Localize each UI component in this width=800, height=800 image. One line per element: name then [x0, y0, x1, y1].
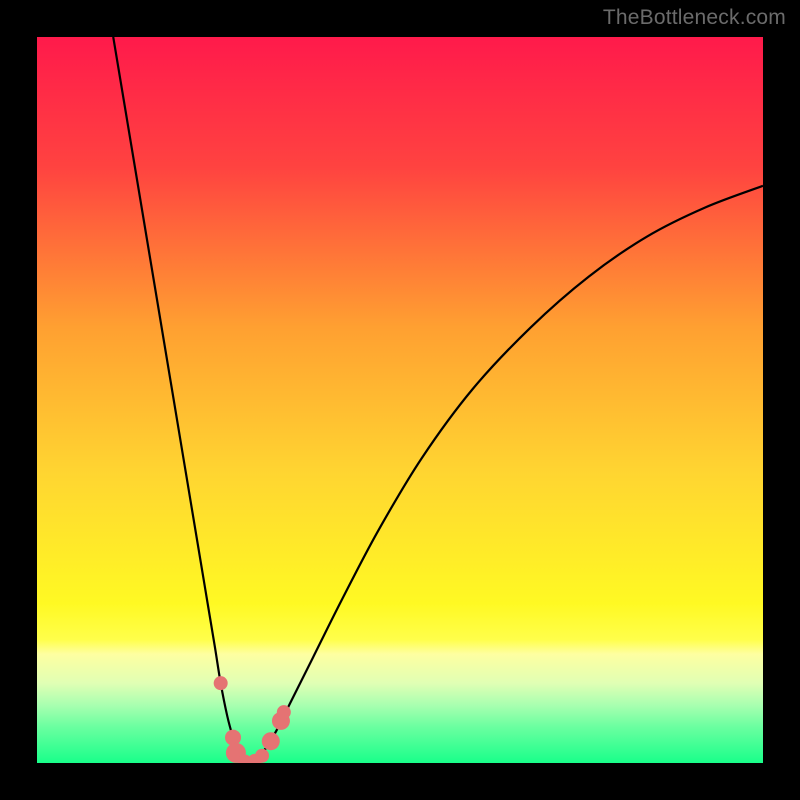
- marker-dot: [255, 749, 269, 763]
- curve-right: [246, 186, 763, 763]
- marker-dot: [277, 705, 291, 719]
- curve-layer: [37, 37, 763, 763]
- marker-dot: [225, 730, 241, 746]
- critical-points: [214, 676, 291, 763]
- chart-frame: TheBottleneck.com: [0, 0, 800, 800]
- watermark-text: TheBottleneck.com: [603, 6, 786, 30]
- marker-dot: [214, 676, 228, 690]
- plot-area: [37, 37, 763, 763]
- curve-left: [113, 37, 246, 763]
- marker-dot: [262, 732, 280, 750]
